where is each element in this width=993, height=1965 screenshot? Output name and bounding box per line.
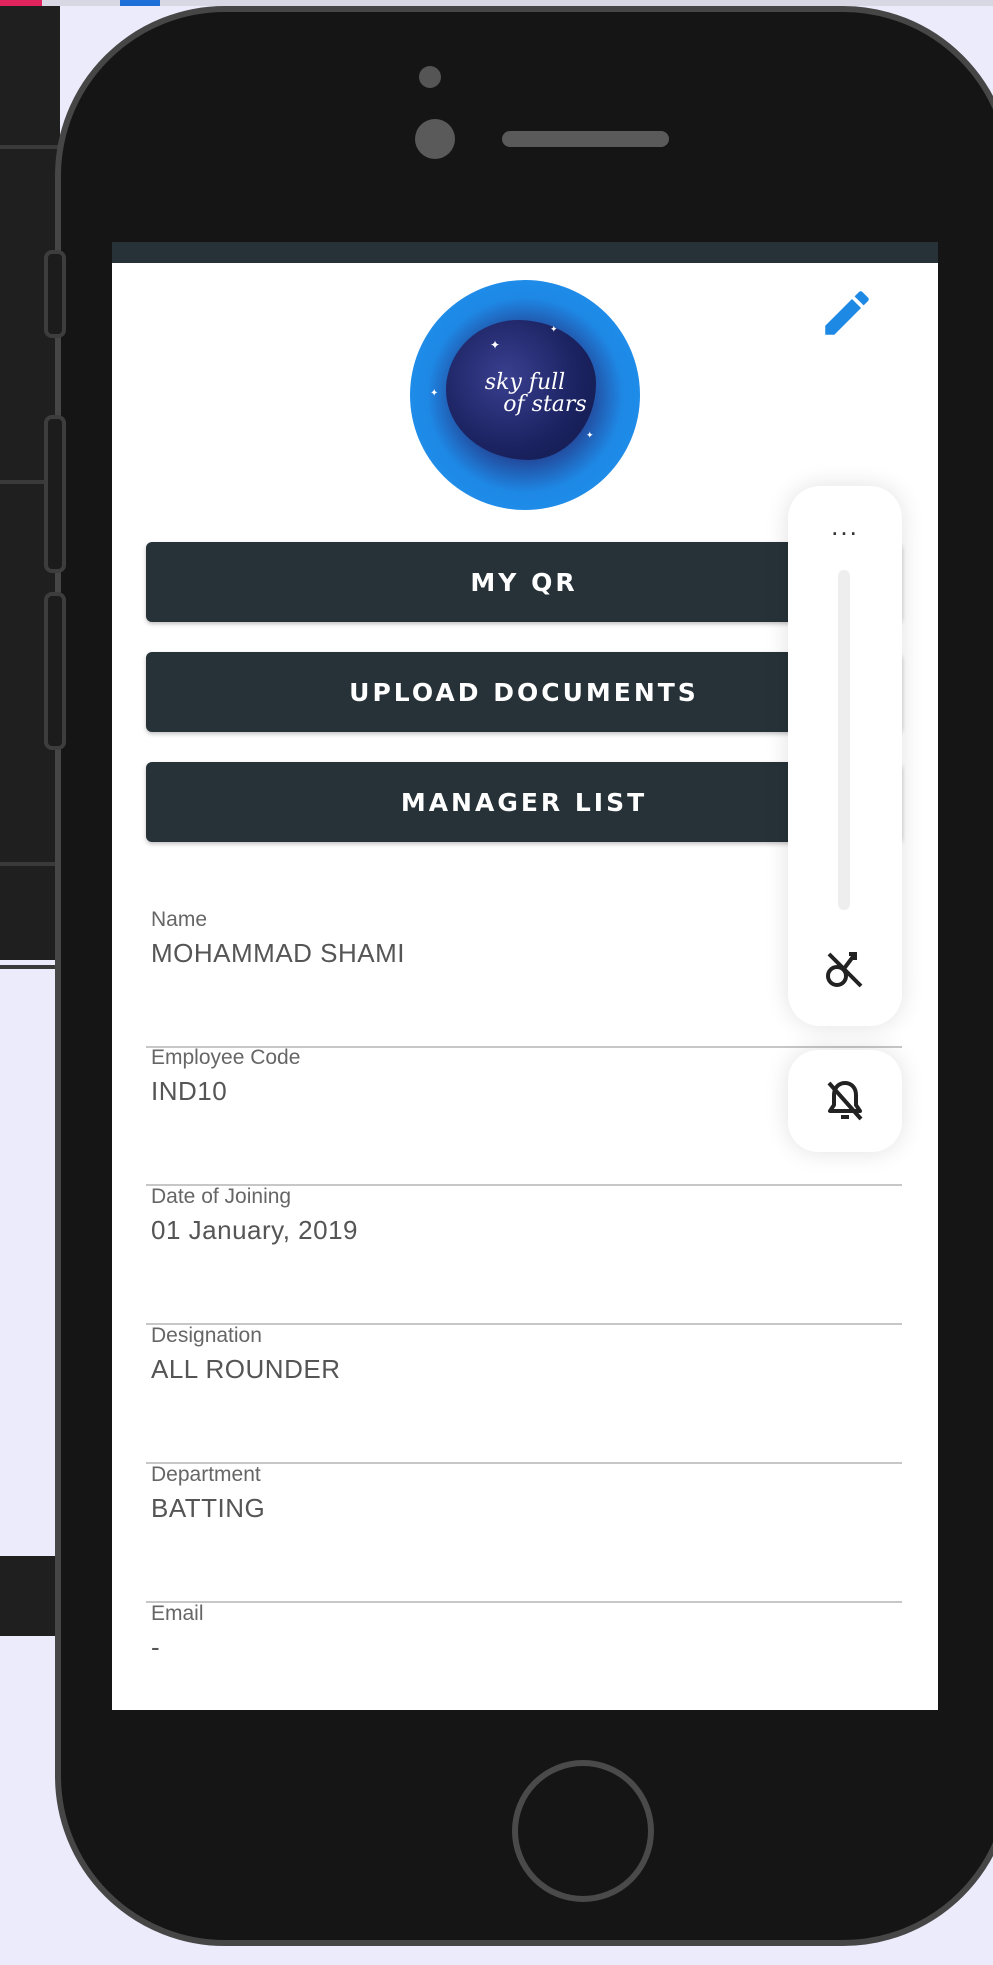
field-label: Designation — [151, 1324, 262, 1347]
side-button — [44, 250, 66, 338]
bell-off-icon[interactable] — [821, 1077, 869, 1125]
toolbar-scroll-track[interactable] — [838, 570, 850, 910]
side-button — [44, 415, 66, 573]
side-button — [44, 592, 66, 750]
star-icon: ✦ — [550, 324, 558, 334]
field-designation: Designation ALL ROUNDER — [146, 1324, 902, 1464]
pencil-icon[interactable] — [818, 284, 876, 342]
front-camera — [415, 119, 455, 159]
field-department: Department BATTING — [146, 1463, 902, 1603]
background-line — [0, 862, 60, 866]
floating-toolbar: ... — [788, 486, 902, 1026]
rotate-off-icon[interactable] — [821, 944, 869, 992]
background-line — [0, 965, 60, 969]
field-label: Employee Code — [151, 1046, 301, 1069]
proximity-sensor — [419, 66, 441, 88]
earpiece-speaker — [502, 131, 669, 147]
home-button[interactable] — [512, 1760, 654, 1902]
more-options-icon[interactable]: ... — [788, 513, 902, 539]
star-icon: ✦ — [586, 430, 594, 440]
field-date-of-joining: Date of Joining 01 January, 2019 — [146, 1185, 902, 1325]
field-label: Name — [151, 908, 208, 931]
background-line — [0, 145, 60, 149]
avatar-caption: sky full of stars — [410, 372, 640, 416]
star-icon: ✦ — [490, 338, 501, 352]
field-value: BATTING — [151, 1493, 266, 1523]
app-screen: ✦ ✦ ✦ ✦ sky full of stars MY QR UPLOAD D… — [112, 242, 938, 1710]
profile-avatar[interactable]: ✦ ✦ ✦ ✦ sky full of stars — [410, 280, 640, 510]
field-label: Department — [151, 1463, 261, 1486]
field-value: IND10 — [151, 1076, 228, 1106]
field-value: - — [151, 1632, 161, 1662]
field-value: 01 January, 2019 — [151, 1215, 358, 1245]
field-label: Date of Joining — [151, 1185, 292, 1208]
status-bar — [112, 242, 938, 263]
field-value: ALL ROUNDER — [151, 1354, 341, 1384]
field-email: Email - — [146, 1602, 902, 1710]
top-strip-blue — [120, 0, 160, 6]
floating-bell-button[interactable] — [788, 1050, 902, 1152]
background-panel — [0, 1556, 60, 1636]
field-label: Email — [151, 1602, 204, 1625]
field-value: MOHAMMAD SHAMI — [151, 938, 405, 968]
avatar-caption-line2: of stars — [503, 392, 587, 417]
